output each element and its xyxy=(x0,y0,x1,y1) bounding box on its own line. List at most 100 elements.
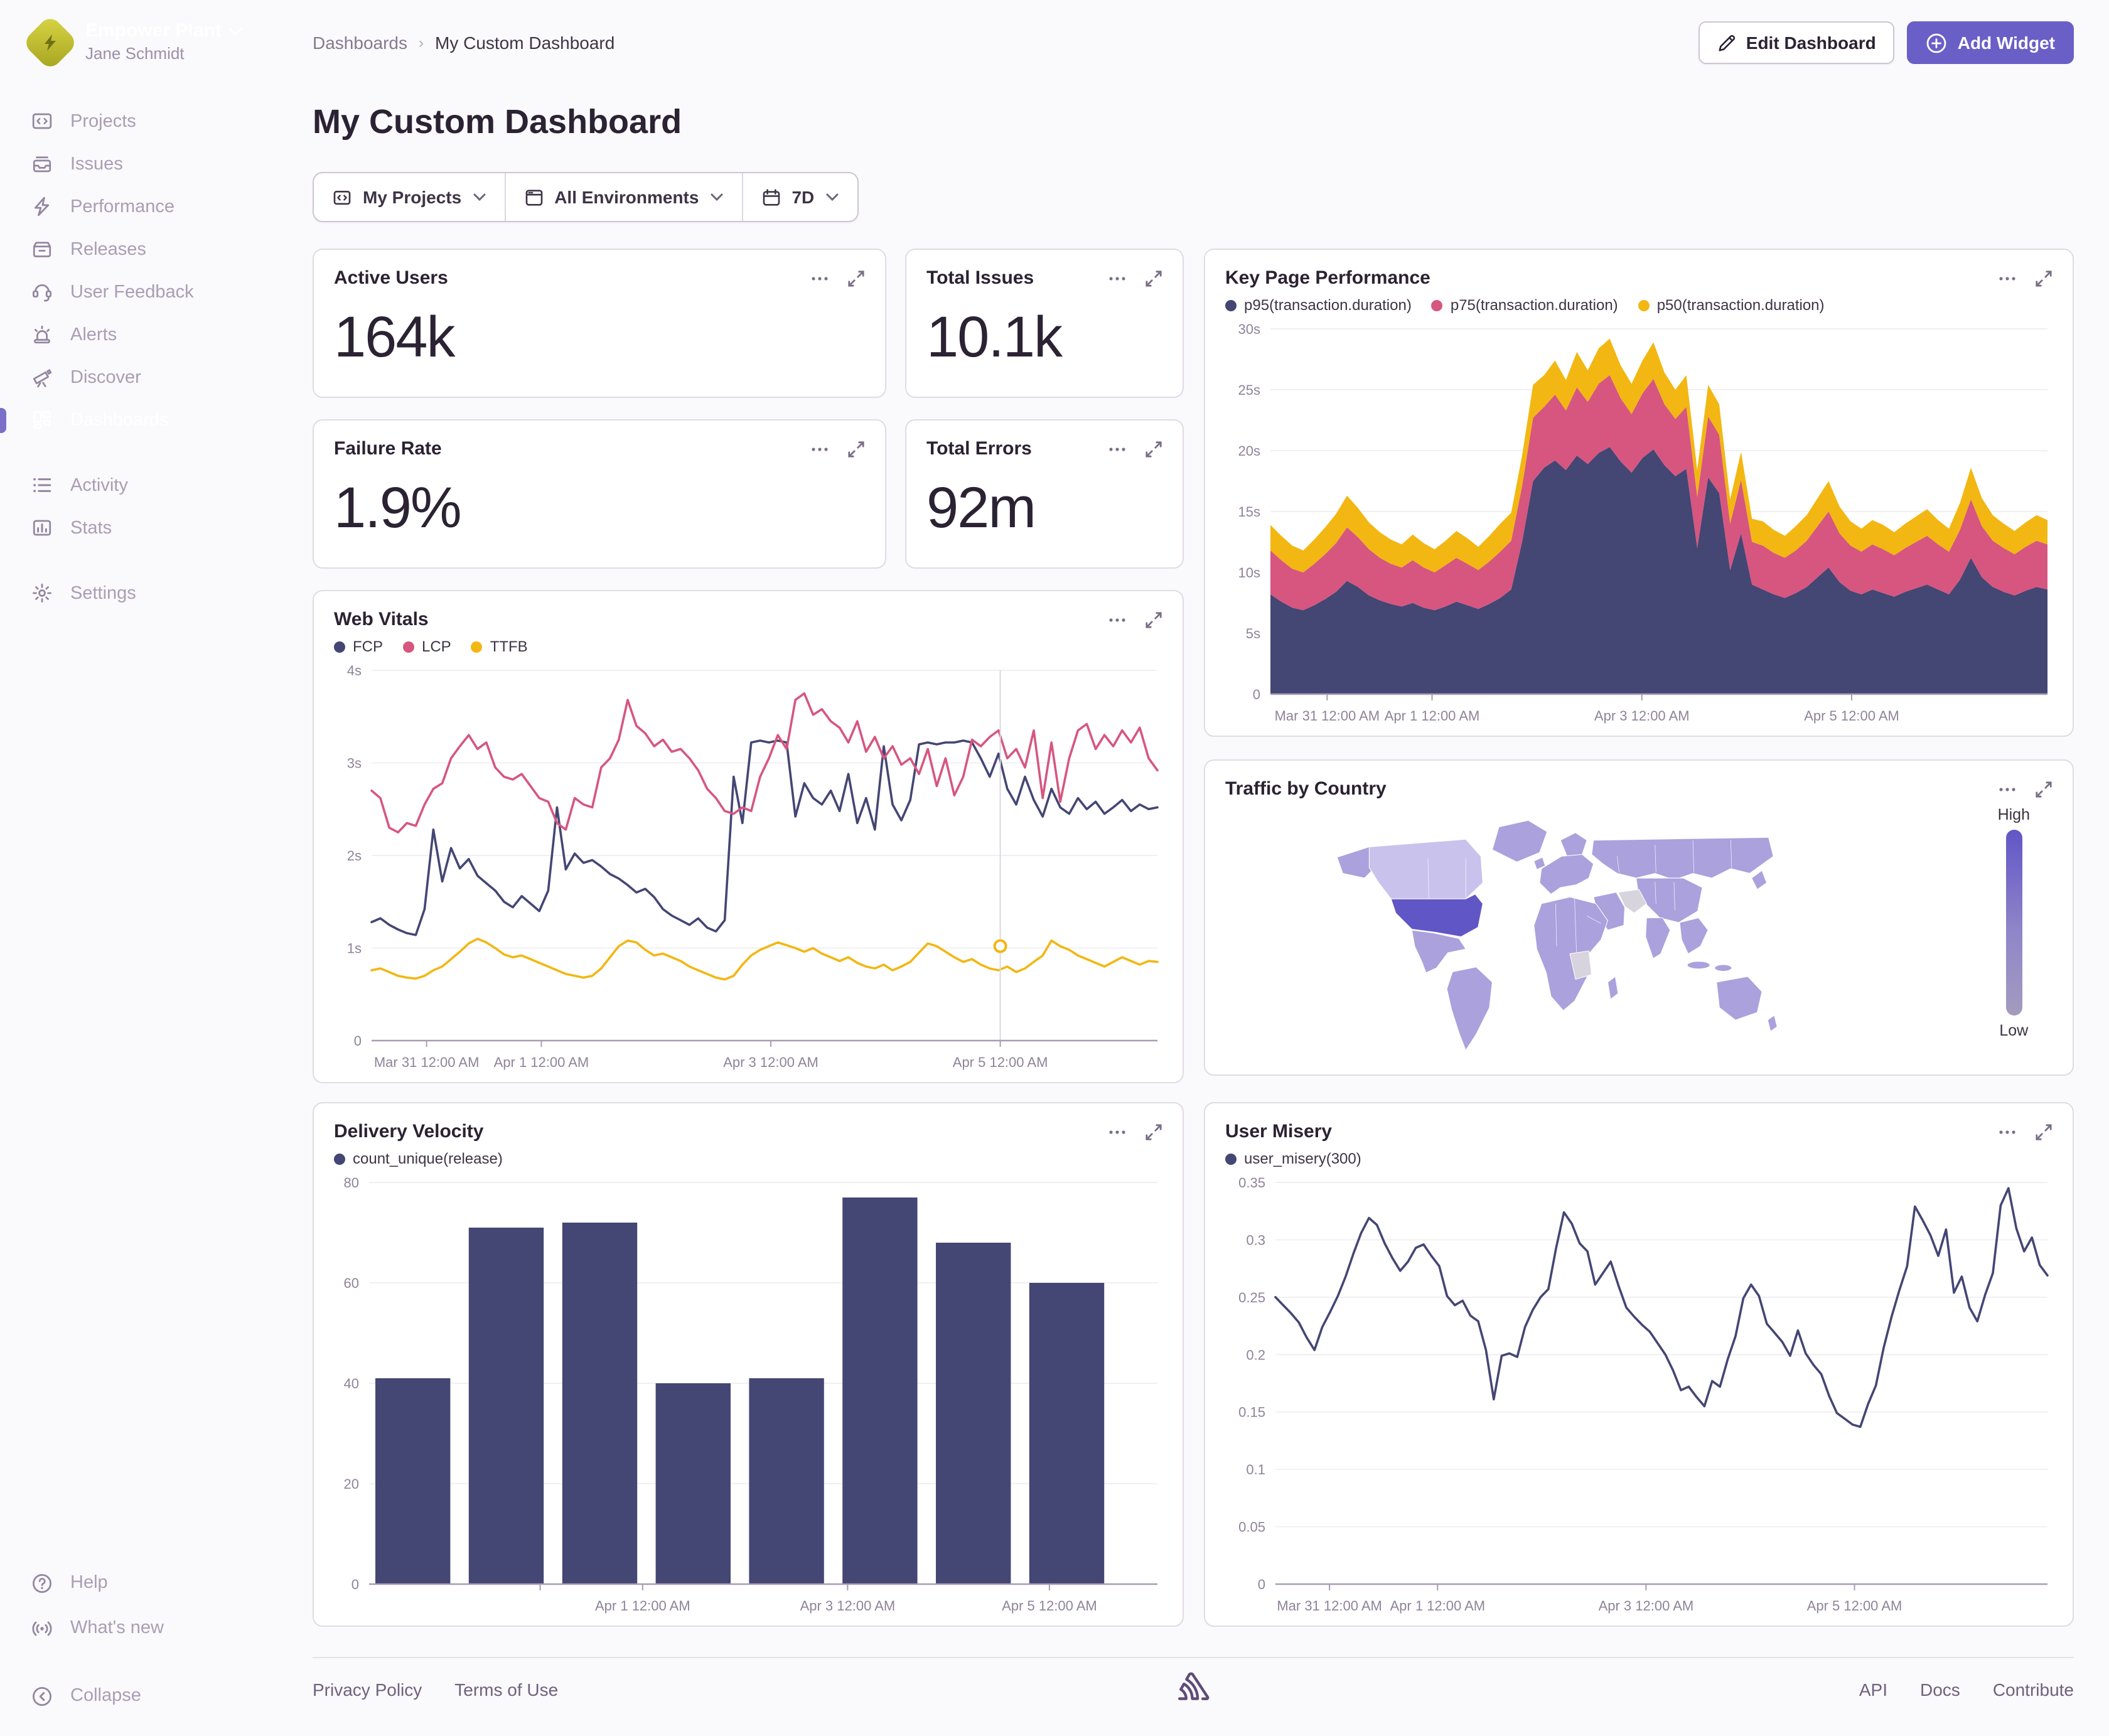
widget-menu-button[interactable] xyxy=(1107,610,1127,630)
breadcrumb-chevron-icon: › xyxy=(419,34,424,51)
user-misery-chart[interactable]: 0 0.05 0.1 0.15 0.2 0.25 0.3 0.35 Mar 31 12:00 A… xyxy=(1225,1170,2055,1617)
sidebar-item-what-s-new[interactable]: What's new xyxy=(0,1605,276,1651)
widget-menu-button[interactable] xyxy=(1997,780,2017,800)
breadcrumb: Dashboards › My Custom Dashboard xyxy=(313,33,614,53)
widget-expand-button[interactable] xyxy=(847,270,865,287)
widget-user-misery: User Misery user_misery(300) 0 0.05 0.1 0.1… xyxy=(1204,1102,2074,1627)
widget-menu-button[interactable] xyxy=(810,269,830,289)
chevron-down-icon xyxy=(825,193,838,201)
widget-expand-button[interactable] xyxy=(1145,1123,1162,1141)
sidebar-item-activity[interactable]: Activity xyxy=(0,464,276,506)
docs-link[interactable]: Docs xyxy=(1920,1680,1960,1700)
widget-expand-button[interactable] xyxy=(2035,1123,2053,1141)
map-scandinavia xyxy=(1560,832,1587,857)
legend-item[interactable]: FCP xyxy=(334,638,383,655)
widget-expand-button[interactable] xyxy=(2035,781,2053,798)
breadcrumb-current: My Custom Dashboard xyxy=(435,33,615,53)
map-usa xyxy=(1390,894,1483,938)
sidebar-item-performance[interactable]: Performance xyxy=(0,185,276,228)
delivery-velocity-chart[interactable]: 0 20 40 60 80 Apr 1 12:00 AM Apr 3 12:00 AM Apr… xyxy=(334,1170,1165,1617)
sidebar-item-help[interactable]: Help xyxy=(0,1560,276,1605)
legend-item[interactable]: LCP xyxy=(403,638,451,655)
org-user: Jane Schmidt xyxy=(85,43,185,63)
svg-text:Mar 31 12:00 AM: Mar 31 12:00 AM xyxy=(1277,1598,1382,1614)
privacy-policy-link[interactable]: Privacy Policy xyxy=(313,1680,422,1700)
svg-text:0.35: 0.35 xyxy=(1238,1175,1265,1191)
key-page-performance-chart[interactable]: 0 5s 10s 15s 20s 25s 30s Mar 31 12:00 AM Apr 1 1… xyxy=(1225,316,2055,727)
alerts-icon xyxy=(31,324,53,345)
legend-item[interactable]: user_misery(300) xyxy=(1225,1150,1361,1167)
sidebar-item-releases[interactable]: Releases xyxy=(0,228,276,271)
projects-icon xyxy=(31,110,53,132)
widget-traffic-by-country: Traffic by Country High Low xyxy=(1204,759,2074,1076)
widget-expand-button[interactable] xyxy=(1145,441,1162,458)
api-link[interactable]: API xyxy=(1859,1680,1887,1700)
sidebar-item-alerts[interactable]: Alerts xyxy=(0,313,276,356)
sidebar-item-projects[interactable]: Projects xyxy=(0,100,276,142)
widget-menu-button[interactable] xyxy=(1107,269,1127,289)
sidebar-item-settings[interactable]: Settings xyxy=(0,572,276,614)
widget-menu-button[interactable] xyxy=(810,439,830,459)
breadcrumb-dashboards-link[interactable]: Dashboards xyxy=(313,33,407,53)
map-japan xyxy=(1751,870,1768,890)
widget-menu-button[interactable] xyxy=(1107,1122,1127,1142)
date-range-filter[interactable]: 7D xyxy=(741,173,857,221)
sidebar-nav: Projects Issues Performance Releases User Fe… xyxy=(0,100,276,614)
web-vitals-chart[interactable]: 0 1s 2s 3s 4s Mar 31 12:00 AM Apr 1 12:00 AM Ap… xyxy=(334,658,1165,1073)
widget-expand-button[interactable] xyxy=(2035,270,2053,287)
legend-item[interactable]: count_unique(release) xyxy=(334,1150,503,1167)
sidebar-item-stats[interactable]: Stats xyxy=(0,506,276,549)
contribute-link[interactable]: Contribute xyxy=(1993,1680,2074,1700)
main-content: Dashboards › My Custom Dashboard My Cust… xyxy=(276,0,2109,1736)
svg-text:0.2: 0.2 xyxy=(1246,1347,1265,1363)
map-se-asia xyxy=(1679,917,1709,955)
widget-expand-button[interactable] xyxy=(1145,611,1162,629)
edit-dashboard-button[interactable]: Edit Dashboard xyxy=(1698,21,1895,64)
map-legend-gradient xyxy=(2005,830,2022,1015)
widget-title: Key Page Performance xyxy=(1225,267,1430,289)
legend-item[interactable]: p50(transaction.duration) xyxy=(1638,296,1825,314)
map-australia xyxy=(1716,976,1763,1021)
legend-item[interactable]: p75(transaction.duration) xyxy=(1431,296,1618,314)
map-indonesia-east xyxy=(1714,964,1732,972)
widget-expand-button[interactable] xyxy=(1145,270,1162,287)
sidebar: Empower Plant Jane Schmidt Projects Issue… xyxy=(0,0,276,1736)
projects-filter[interactable]: My Projects xyxy=(314,173,504,221)
svg-text:0.05: 0.05 xyxy=(1238,1519,1265,1535)
calendar-icon xyxy=(761,188,780,206)
svg-text:15s: 15s xyxy=(1238,504,1260,520)
add-widget-button[interactable]: Add Widget xyxy=(1907,21,2074,64)
widget-menu-button[interactable] xyxy=(1997,1122,2017,1142)
widget-total-issues: Total Issues 10.1k xyxy=(905,249,1184,398)
widget-title: User Misery xyxy=(1225,1121,1333,1142)
map-south-america xyxy=(1446,967,1493,1051)
widget-menu-button[interactable] xyxy=(1107,439,1127,459)
widget-delivery-velocity: Delivery Velocity count_unique(release) … xyxy=(313,1102,1184,1627)
environments-icon xyxy=(524,188,543,206)
svg-text:1s: 1s xyxy=(347,941,362,956)
svg-text:Apr 3 12:00 AM: Apr 3 12:00 AM xyxy=(1594,708,1690,724)
sentry-logo-icon[interactable] xyxy=(1176,1671,1210,1706)
widget-active-users: Active Users 164k xyxy=(313,249,886,398)
svg-text:20s: 20s xyxy=(1238,443,1260,459)
legend-item[interactable]: p95(transaction.duration) xyxy=(1225,296,1412,314)
sidebar-item-discover[interactable]: Discover xyxy=(0,356,276,399)
svg-text:10s: 10s xyxy=(1238,565,1260,581)
bolt-icon xyxy=(45,35,56,51)
world-map[interactable]: High Low xyxy=(1225,806,2053,1062)
org-switcher[interactable]: Empower Plant Jane Schmidt xyxy=(0,0,276,72)
chevron-down-icon xyxy=(229,28,243,36)
map-russia xyxy=(1591,837,1774,881)
legend-item[interactable]: TTFB xyxy=(471,638,528,655)
environments-filter[interactable]: All Environments xyxy=(504,173,741,221)
sidebar-item-issues[interactable]: Issues xyxy=(0,142,276,185)
sidebar-item-dashboards[interactable]: Dashboards xyxy=(0,399,276,441)
svg-text:Apr 3 12:00 AM: Apr 3 12:00 AM xyxy=(723,1054,818,1070)
terms-of-use-link[interactable]: Terms of Use xyxy=(454,1680,558,1700)
svg-text:5s: 5s xyxy=(1246,626,1260,641)
widget-expand-button[interactable] xyxy=(847,441,865,458)
sidebar-item-user-feedback[interactable]: User Feedback xyxy=(0,271,276,313)
sidebar-item-collapse[interactable]: Collapse xyxy=(0,1673,276,1718)
map-mexico xyxy=(1411,930,1467,973)
widget-menu-button[interactable] xyxy=(1997,269,2017,289)
